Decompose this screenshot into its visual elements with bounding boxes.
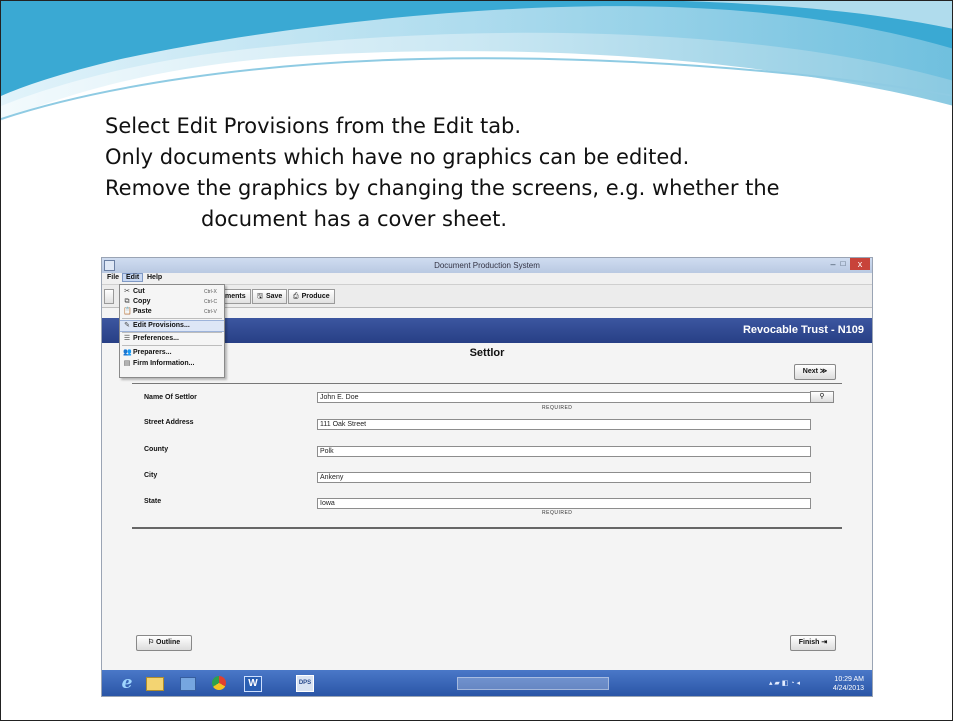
copy-icon: ⧉ xyxy=(124,298,130,305)
menu-separator xyxy=(122,332,222,333)
state-input[interactable]: Iowa xyxy=(317,498,811,509)
menu-item-preparers[interactable]: 👥 Preparers... xyxy=(120,348,224,358)
clock-time: 10:29 AM xyxy=(834,676,864,683)
street-address-input[interactable]: 111 Oak Street xyxy=(317,419,811,430)
produce-button[interactable]: ⎙ Produce xyxy=(288,289,335,304)
save-label: Save xyxy=(265,293,283,300)
system-tray-icons[interactable]: ▴ ▰ ◧ ◔ ◂ xyxy=(769,679,800,687)
toolbar-button-hidden[interactable] xyxy=(104,289,114,304)
outline-label: Outline xyxy=(156,639,181,646)
chrome-icon[interactable] xyxy=(210,674,228,692)
document-title: Revocable Trust - N109 xyxy=(742,324,864,336)
scissors-icon: ✂ xyxy=(124,288,130,295)
next-button[interactable]: Next ≫ xyxy=(794,364,836,380)
required-note-state: REQUIRED xyxy=(542,510,573,516)
dps-app-icon[interactable]: DPS xyxy=(294,674,314,692)
internet-explorer-icon[interactable]: e xyxy=(118,674,136,692)
menu-item-label: Paste xyxy=(133,308,152,315)
save-icon: 🖫 xyxy=(257,293,263,300)
slide-line-2: Only documents which have no graphics ca… xyxy=(105,145,690,169)
menu-item-paste[interactable]: 📋 Paste Ctrl-V xyxy=(120,307,224,317)
outline-button[interactable]: ⚐ Outline xyxy=(136,635,192,651)
required-note-name: REQUIRED xyxy=(542,405,573,411)
print-icon: ⎙ xyxy=(293,293,299,300)
slide-line-4: document has a cover sheet. xyxy=(201,207,508,231)
settlor-name-input[interactable]: John E. Doe xyxy=(317,392,811,403)
word-icon-label: W xyxy=(244,676,262,692)
menu-item-label: Firm Information... xyxy=(133,360,195,367)
next-label: Next xyxy=(802,368,818,375)
divider-bottom xyxy=(132,527,842,529)
paste-icon: 📋 xyxy=(123,308,132,315)
control-panel-icon[interactable] xyxy=(178,674,196,692)
maximize-button[interactable]: □ xyxy=(838,259,848,269)
menu-shortcut: Ctrl-X xyxy=(204,289,217,295)
menu-item-firm-information[interactable]: ▤ Firm Information... xyxy=(120,359,224,369)
people-icon: 👥 xyxy=(123,349,132,356)
menu-item-preferences[interactable]: ☰ Preferences... xyxy=(120,334,224,344)
menu-help[interactable]: Help xyxy=(144,274,165,281)
dps-icon-label: DPS xyxy=(296,675,314,692)
menu-item-label: Edit Provisions... xyxy=(133,322,190,329)
slide-line-1: Select Edit Provisions from the Edit tab… xyxy=(105,114,522,138)
menu-item-label: Cut xyxy=(133,288,145,295)
firm-icon: ▤ xyxy=(123,360,131,367)
windows-taskbar: e W DPS ▴ ▰ ◧ ◔ ◂ 10:29 AM 4/24/2013 xyxy=(102,670,872,696)
preferences-icon: ☰ xyxy=(123,335,131,342)
clock-date: 4/24/2013 xyxy=(832,685,864,692)
field-label-city: City xyxy=(144,472,158,479)
menu-shortcut: Ctrl-C xyxy=(204,299,218,305)
menu-shortcut: Ctrl-V xyxy=(204,309,217,315)
slide-line-3: Remove the graphics by changing the scre… xyxy=(105,176,780,200)
lookup-icon[interactable]: ⚲ xyxy=(810,391,834,403)
edit-pencil-icon: ✎ xyxy=(124,322,130,329)
chevron-right-icon: ≫ xyxy=(819,368,828,375)
file-explorer-icon[interactable] xyxy=(146,674,164,692)
menu-separator xyxy=(122,318,222,319)
menu-item-copy[interactable]: ⧉ Copy Ctrl-C xyxy=(120,297,224,307)
field-label-street: Street Address xyxy=(144,419,194,426)
minimize-button[interactable]: – xyxy=(828,259,838,269)
edit-menu-dropdown: ✂ Cut Ctrl-X ⧉ Copy Ctrl-C 📋 Paste Ctrl-… xyxy=(119,284,225,378)
menu-item-label: Preparers... xyxy=(133,349,172,356)
app-window: Document Production System – □ x File Ed… xyxy=(101,257,873,697)
documents-label: ments xyxy=(225,293,246,300)
city-input[interactable]: Ankeny xyxy=(317,472,811,483)
divider-top xyxy=(132,383,842,384)
menu-item-edit-provisions[interactable]: ✎ Edit Provisions... xyxy=(120,320,224,332)
finish-label: Finish xyxy=(798,639,820,646)
close-button[interactable]: x xyxy=(850,258,870,270)
save-button[interactable]: 🖫 Save xyxy=(252,289,288,304)
taskbar-clock[interactable]: 10:29 AM 4/24/2013 xyxy=(833,675,864,693)
word-icon[interactable]: W xyxy=(242,674,262,692)
menu-file[interactable]: File xyxy=(104,274,122,281)
menu-item-cut[interactable]: ✂ Cut Ctrl-X xyxy=(120,287,224,297)
menu-item-label: Copy xyxy=(133,298,151,305)
window-title: Document Production System xyxy=(434,261,540,270)
taskbar-search-box[interactable] xyxy=(457,677,609,690)
field-label-state: State xyxy=(144,498,162,505)
finish-icon: ⇥ xyxy=(821,639,828,646)
outline-icon: ⚐ xyxy=(147,639,155,646)
field-label-name: Name Of Settlor xyxy=(144,394,197,401)
slide-body-text: Select Edit Provisions from the Edit tab… xyxy=(105,111,925,235)
slide: Select Edit Provisions from the Edit tab… xyxy=(0,0,953,721)
menu-edit[interactable]: Edit xyxy=(122,273,144,282)
menu-separator xyxy=(122,345,222,346)
title-bar: Document Production System – □ x xyxy=(102,258,872,273)
county-input[interactable]: Polk xyxy=(317,446,811,457)
finish-button[interactable]: Finish ⇥ xyxy=(790,635,836,651)
produce-label: Produce xyxy=(301,293,330,300)
menu-item-label: Preferences... xyxy=(133,335,179,342)
field-label-county: County xyxy=(144,446,169,453)
